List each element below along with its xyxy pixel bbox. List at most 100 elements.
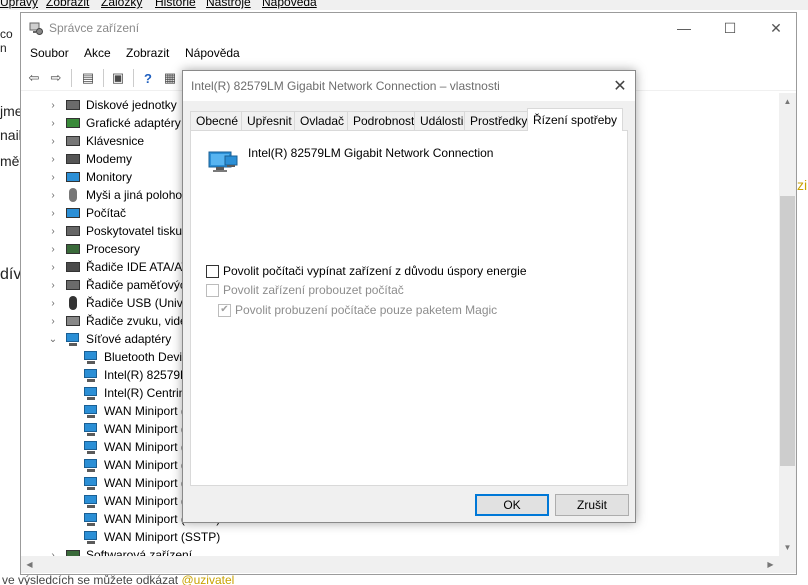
tree-item-label: Síťové adaptéry	[86, 332, 172, 346]
bg-fragment: jme	[0, 103, 20, 119]
bg-menu-item[interactable]: Úpravy	[0, 0, 38, 9]
checkbox-allow-wake	[206, 283, 219, 297]
computer-icon	[65, 206, 81, 220]
dialog-close-button[interactable]: ✕	[605, 71, 635, 101]
tab-resources[interactable]: Prostředky	[464, 111, 534, 131]
network-adapter-icon	[83, 404, 99, 418]
device-name: Intel(R) 82579LM Gigabit Network Connect…	[248, 146, 494, 160]
tree-item-label: WAN Miniport (SSTP)	[104, 530, 221, 544]
tree-category[interactable]: › Grafické adaptéry	[47, 114, 180, 132]
processor-icon	[65, 242, 81, 256]
scroll-thumb[interactable]	[780, 196, 795, 466]
scroll-right-icon[interactable]: ▶	[762, 556, 779, 573]
chevron-right-icon[interactable]: ›	[47, 316, 59, 327]
storage-controller-icon	[65, 278, 81, 292]
toolbar-separator	[71, 69, 72, 87]
chevron-right-icon[interactable]: ›	[47, 172, 59, 183]
option-magic-packet: ✔ Povolit probuzení počítače pouze paket…	[218, 303, 497, 317]
close-button[interactable]: ✕	[753, 13, 799, 43]
chevron-right-icon[interactable]: ›	[47, 226, 59, 237]
scroll-left-icon[interactable]: ◀	[21, 556, 38, 573]
bg-fragment: zi	[797, 177, 808, 193]
tab-power-management[interactable]: Řízení spotřeby	[527, 108, 624, 131]
bg-fragment: nail	[0, 127, 20, 143]
chevron-right-icon[interactable]: ›	[47, 298, 59, 309]
tab-events[interactable]: Události	[414, 111, 470, 131]
tree-category[interactable]: › Modemy	[47, 150, 132, 168]
disk-icon	[65, 98, 81, 112]
bg-menu-item[interactable]: Nástroje	[206, 0, 251, 9]
chevron-right-icon[interactable]: ›	[47, 154, 59, 165]
tree-category[interactable]: › Klávesnice	[47, 132, 144, 150]
vertical-scrollbar[interactable]: ▲ ▼	[779, 93, 796, 556]
network-adapter-icon	[83, 512, 99, 526]
tree-category[interactable]: › Počítač	[47, 204, 126, 222]
tab-details[interactable]: Podrobnosti	[347, 111, 424, 131]
network-adapter-icon	[83, 386, 99, 400]
ide-controller-icon	[65, 260, 81, 274]
menu-help[interactable]: Nápověda	[185, 46, 240, 60]
bg-menu-item[interactable]: Historie	[155, 0, 196, 9]
chevron-right-icon[interactable]: ›	[47, 190, 59, 201]
modem-icon	[65, 152, 81, 166]
tree-category[interactable]: › Poskytovatel tisku	[47, 222, 182, 240]
horizontal-scrollbar[interactable]: ◀ ▶	[21, 556, 779, 573]
tree-category[interactable]: › Procesory	[47, 240, 140, 258]
view-icon[interactable]: ▣	[109, 69, 127, 87]
properties-dialog: Intel(R) 82579LM Gigabit Network Connect…	[182, 70, 636, 523]
background-right-strip: zi	[797, 60, 808, 585]
tree-category[interactable]: › Diskové jednotky	[47, 96, 177, 114]
tab-general[interactable]: Obecné	[190, 111, 245, 131]
tab-panel: Intel(R) 82579LM Gigabit Network Connect…	[190, 130, 628, 486]
title-bar[interactable]: Správce zařízení — ☐ ✕	[21, 13, 796, 43]
bg-menu-item[interactable]: Nápověda	[262, 0, 317, 9]
background-bottom-strip: ve výsledcích se můžete odkázat @uzivate…	[0, 575, 808, 585]
minimize-button[interactable]: —	[661, 13, 707, 43]
tree-item-label: Poskytovatel tisku	[86, 224, 183, 238]
option-allow-power-off[interactable]: Povolit počítači vypínat zařízení z důvo…	[206, 264, 527, 278]
keyboard-icon	[65, 134, 81, 148]
scan-icon[interactable]: ▦	[161, 69, 179, 87]
monitor-icon	[65, 170, 81, 184]
toolbar-separator	[103, 69, 104, 87]
network-adapter-icon	[207, 146, 241, 176]
chevron-right-icon[interactable]: ›	[47, 262, 59, 273]
chevron-right-icon[interactable]: ›	[47, 280, 59, 291]
cancel-button[interactable]: Zrušit	[555, 494, 629, 516]
chevron-right-icon[interactable]: ›	[47, 136, 59, 147]
menu-file[interactable]: Soubor	[30, 46, 69, 60]
tab-driver[interactable]: Ovladač	[294, 111, 351, 131]
scroll-up-icon[interactable]: ▲	[779, 93, 796, 110]
network-adapter-icon	[83, 422, 99, 436]
tab-advanced[interactable]: Upřesnit	[241, 111, 298, 131]
option-allow-wake: Povolit zařízení probouzet počítač	[206, 283, 404, 297]
bg-menu-item[interactable]: Záložky	[101, 0, 142, 9]
back-icon[interactable]: ⇦	[25, 69, 43, 87]
menu-view[interactable]: Zobrazit	[126, 46, 169, 60]
printer-icon	[65, 224, 81, 238]
scroll-down-icon[interactable]: ▼	[779, 539, 796, 556]
tree-device[interactable]: WAN Miniport (SSTP)	[83, 528, 220, 546]
bg-menu-item[interactable]: Zobrazit	[46, 0, 89, 9]
tree-category[interactable]: ⌄ Síťové adaptéry	[47, 330, 171, 348]
chevron-right-icon[interactable]: ›	[47, 208, 59, 219]
help-icon[interactable]: ?	[139, 69, 157, 87]
tree-item-label: Diskové jednotky	[86, 98, 177, 112]
dialog-title-bar[interactable]: Intel(R) 82579LM Gigabit Network Connect…	[183, 71, 635, 101]
properties-icon[interactable]: ▤	[79, 69, 97, 87]
chevron-down-icon[interactable]: ⌄	[47, 334, 59, 345]
chevron-right-icon[interactable]: ›	[47, 244, 59, 255]
tree-category[interactable]: › Monitory	[47, 168, 132, 186]
maximize-button[interactable]: ☐	[707, 13, 753, 43]
network-adapter-icon	[83, 494, 99, 508]
checkbox-allow-power-off[interactable]	[206, 264, 219, 278]
device-manager-icon	[29, 21, 43, 35]
chevron-right-icon[interactable]: ›	[47, 100, 59, 111]
tree-item-label: Klávesnice	[86, 134, 145, 148]
ok-button[interactable]: OK	[475, 494, 549, 516]
chevron-right-icon[interactable]: ›	[47, 118, 59, 129]
forward-icon[interactable]: ⇨	[47, 69, 65, 87]
menu-action[interactable]: Akce	[84, 46, 111, 60]
tree-item-label: Počítač	[86, 206, 127, 220]
background-menubar: Úpravy Zobrazit Záložky Historie Nástroj…	[0, 0, 808, 10]
